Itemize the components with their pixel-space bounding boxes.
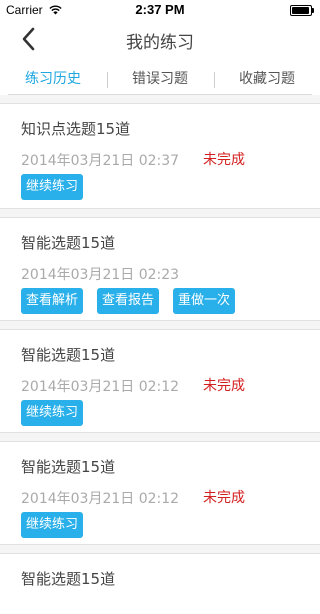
continue-practice-button[interactable]: 继续练习 — [21, 400, 84, 426]
list-separator — [0, 209, 320, 218]
record-title: 智能选题15道 — [21, 458, 116, 476]
record-time: 2014年03月21日 02:12 — [21, 491, 180, 507]
record-title: 智能选题15道 — [21, 570, 116, 588]
record-title: 知识点选题15道 — [21, 120, 131, 138]
practice-history-list: 知识点选题15道 2014年03月21日 02:37 未完成 继续练习 智能选题… — [0, 95, 320, 614]
list-separator — [0, 433, 320, 442]
list-separator — [0, 321, 320, 330]
clock-time: 2:37 PM — [135, 2, 185, 17]
list-separator — [0, 95, 320, 104]
record-time: 2014年03月21日 02:23 — [21, 267, 180, 283]
record-time: 2014年03月21日 02:37 — [21, 153, 180, 169]
page-title: 我的练习 — [126, 33, 194, 53]
battery-icon — [290, 5, 314, 16]
practice-record[interactable]: 智能选题15道 — [0, 554, 320, 614]
view-report-button[interactable]: 查看报告 — [97, 288, 160, 314]
tab-bar: 练习历史 错误习题 收藏习题 — [0, 64, 320, 94]
redo-button[interactable]: 重做一次 — [173, 288, 236, 314]
tab-wrong-questions[interactable]: 错误习题 — [107, 64, 213, 94]
tab-practice-history[interactable]: 练习历史 — [0, 64, 106, 94]
tab-favorite-questions[interactable]: 收藏习题 — [214, 64, 320, 94]
record-title: 智能选题15道 — [21, 234, 116, 252]
practice-record[interactable]: 知识点选题15道 2014年03月21日 02:37 未完成 继续练习 — [0, 104, 320, 209]
continue-practice-button[interactable]: 继续练习 — [21, 174, 84, 200]
continue-practice-button[interactable]: 继续练习 — [21, 512, 84, 538]
record-status: 未完成 — [203, 490, 245, 506]
navigation-bar: 我的练习 — [0, 20, 320, 60]
view-analysis-button[interactable]: 查看解析 — [21, 288, 84, 314]
list-separator — [0, 545, 320, 554]
practice-record[interactable]: 智能选题15道 2014年03月21日 02:23 查看解析 查看报告 重做一次 — [0, 218, 320, 321]
practice-record[interactable]: 智能选题15道 2014年03月21日 02:12 未完成 继续练习 — [0, 442, 320, 545]
record-status: 未完成 — [203, 378, 245, 394]
status-bar: Carrier 2:37 PM — [0, 0, 320, 20]
record-title: 智能选题15道 — [21, 346, 116, 364]
practice-record[interactable]: 智能选题15道 2014年03月21日 02:12 未完成 继续练习 — [0, 330, 320, 433]
record-status: 未完成 — [203, 152, 245, 168]
record-time: 2014年03月21日 02:12 — [21, 379, 180, 395]
